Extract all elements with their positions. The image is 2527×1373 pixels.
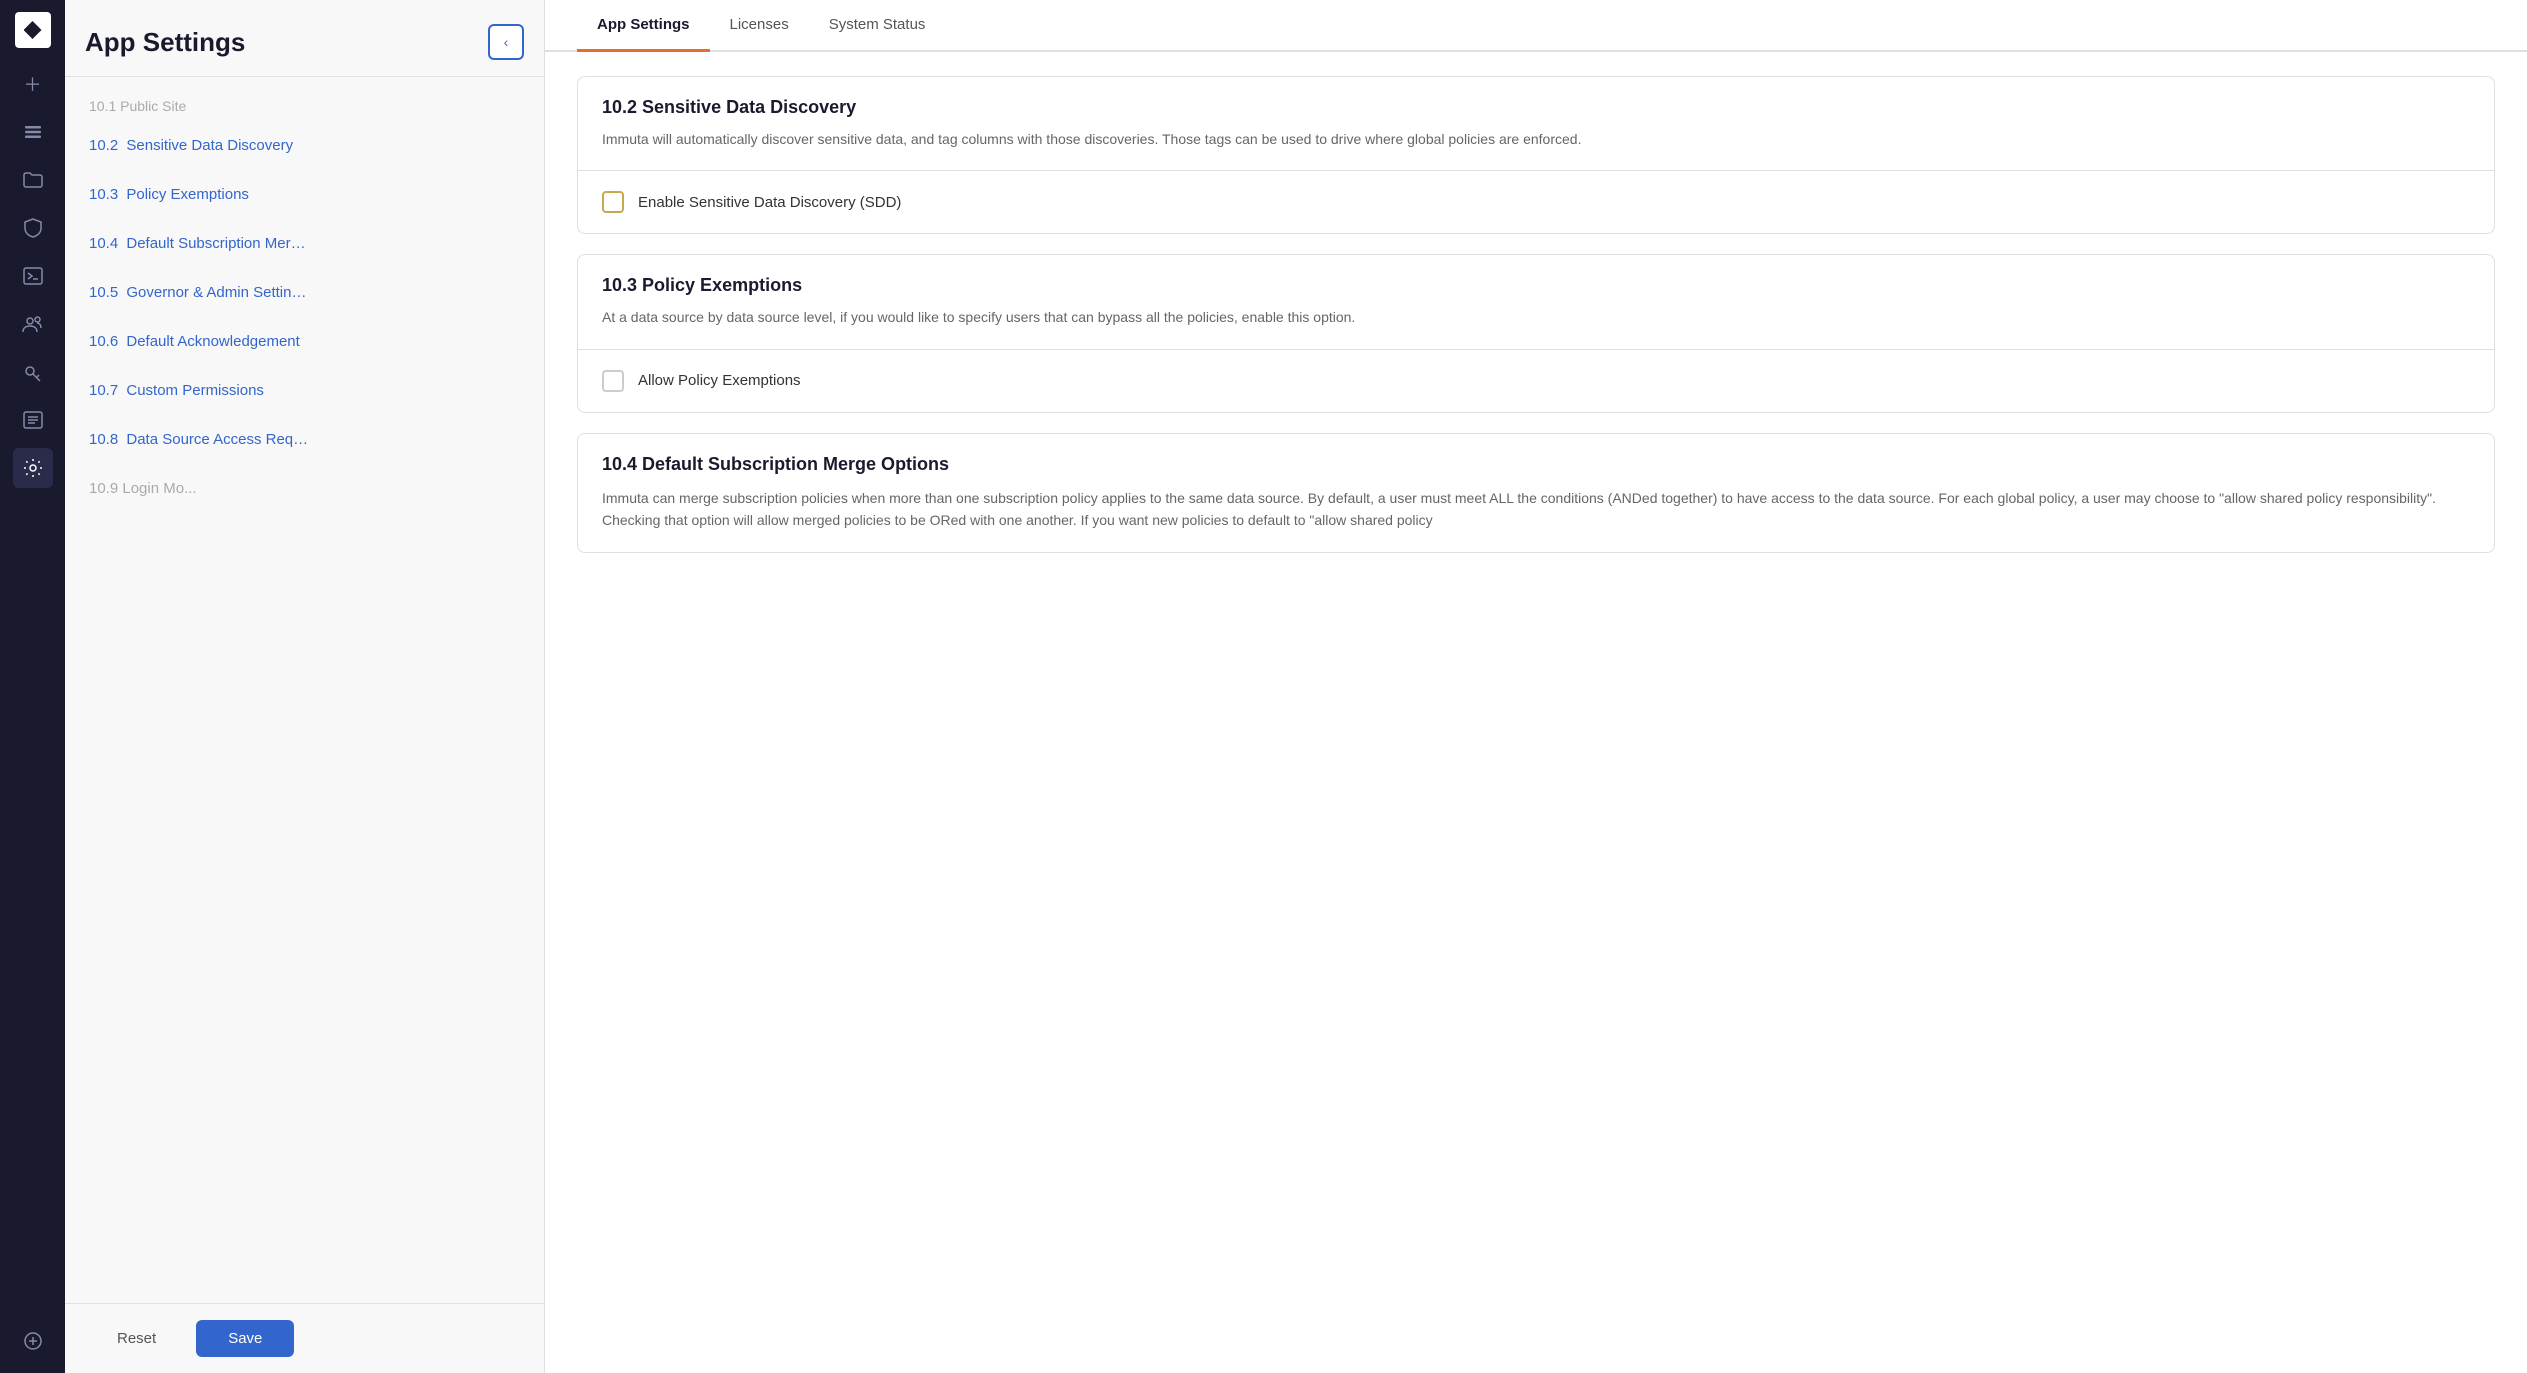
app-logo[interactable] <box>15 12 51 48</box>
save-button[interactable]: Save <box>196 1320 294 1357</box>
nav-terminal[interactable] <box>13 256 53 296</box>
nav-settings[interactable] <box>13 448 53 488</box>
section-10-3-control: Allow Policy Exemptions <box>578 350 2494 412</box>
sidebar-header: App Settings ‹ <box>65 0 544 77</box>
sidebar-item-10-7[interactable]: 10.7 Custom Permissions <box>65 366 544 415</box>
section-10-4-title: 10.4 Default Subscription Merge Options <box>602 454 2470 475</box>
nav-layers[interactable] <box>13 112 53 152</box>
sidebar-item-10-2[interactable]: 10.2 Sensitive Data Discovery <box>65 121 544 170</box>
section-10-2: 10.2 Sensitive Data Discovery Immuta wil… <box>577 76 2495 234</box>
sidebar: App Settings ‹ 10.1 Public Site 10.2 Sen… <box>65 0 545 1373</box>
content-area: 10.2 Sensitive Data Discovery Immuta wil… <box>545 52 2527 1373</box>
section-10-4-desc: Immuta can merge subscription policies w… <box>602 487 2470 532</box>
sidebar-item-10-8[interactable]: 10.8 Data Source Access Req… <box>65 415 544 464</box>
section-10-2-desc: Immuta will automatically discover sensi… <box>602 128 2470 150</box>
sidebar-nav: 10.1 Public Site 10.2 Sensitive Data Dis… <box>65 77 544 1303</box>
section-10-3: 10.3 Policy Exemptions At a data source … <box>577 254 2495 412</box>
tab-licenses[interactable]: Licenses <box>710 0 809 52</box>
sidebar-collapse-button[interactable]: ‹ <box>488 24 524 60</box>
main-content: App Settings Licenses System Status 10.2… <box>545 0 2527 1373</box>
sidebar-item-10-3[interactable]: 10.3 Policy Exemptions <box>65 170 544 219</box>
tab-app-settings[interactable]: App Settings <box>577 0 710 52</box>
nav-bar: ＋ <box>0 0 65 1373</box>
sdd-checkbox[interactable] <box>602 191 624 213</box>
section-10-3-desc: At a data source by data source level, i… <box>602 306 2470 328</box>
section-10-3-header: 10.3 Policy Exemptions At a data source … <box>578 255 2494 349</box>
sidebar-item-10-4[interactable]: 10.4 Default Subscription Mer… <box>65 219 544 268</box>
sidebar-item-10-6[interactable]: 10.6 Default Acknowledgement <box>65 317 544 366</box>
section-10-4-content: 10.4 Default Subscription Merge Options … <box>578 434 2494 552</box>
section-10-4: 10.4 Default Subscription Merge Options … <box>577 433 2495 553</box>
sidebar-item-10-1[interactable]: 10.1 Public Site <box>65 89 544 121</box>
nav-shield[interactable] <box>13 208 53 248</box>
section-10-2-header: 10.2 Sensitive Data Discovery Immuta wil… <box>578 77 2494 171</box>
reset-button[interactable]: Reset <box>89 1320 184 1357</box>
sidebar-item-10-9[interactable]: 10.9 Login Mo... <box>65 464 544 513</box>
sidebar-footer: Reset Save <box>65 1303 544 1373</box>
policy-exemptions-checkbox[interactable] <box>602 370 624 392</box>
logo-diamond <box>24 21 42 39</box>
tab-system-status[interactable]: System Status <box>809 0 946 52</box>
nav-add[interactable]: ＋ <box>13 64 53 104</box>
sidebar-item-10-5[interactable]: 10.5 Governor & Admin Settin… <box>65 268 544 317</box>
top-tabs: App Settings Licenses System Status <box>545 0 2527 52</box>
sdd-checkbox-label: Enable Sensitive Data Discovery (SDD) <box>638 194 901 211</box>
nav-add-bottom[interactable] <box>13 1321 53 1361</box>
nav-users[interactable] <box>13 304 53 344</box>
nav-list[interactable] <box>13 400 53 440</box>
section-10-2-control: Enable Sensitive Data Discovery (SDD) <box>578 171 2494 233</box>
nav-key[interactable] <box>13 352 53 392</box>
nav-folder[interactable] <box>13 160 53 200</box>
policy-exemptions-label: Allow Policy Exemptions <box>638 372 801 389</box>
sidebar-title: App Settings <box>85 27 245 58</box>
section-10-2-title: 10.2 Sensitive Data Discovery <box>602 97 2470 118</box>
section-10-3-title: 10.3 Policy Exemptions <box>602 275 2470 296</box>
